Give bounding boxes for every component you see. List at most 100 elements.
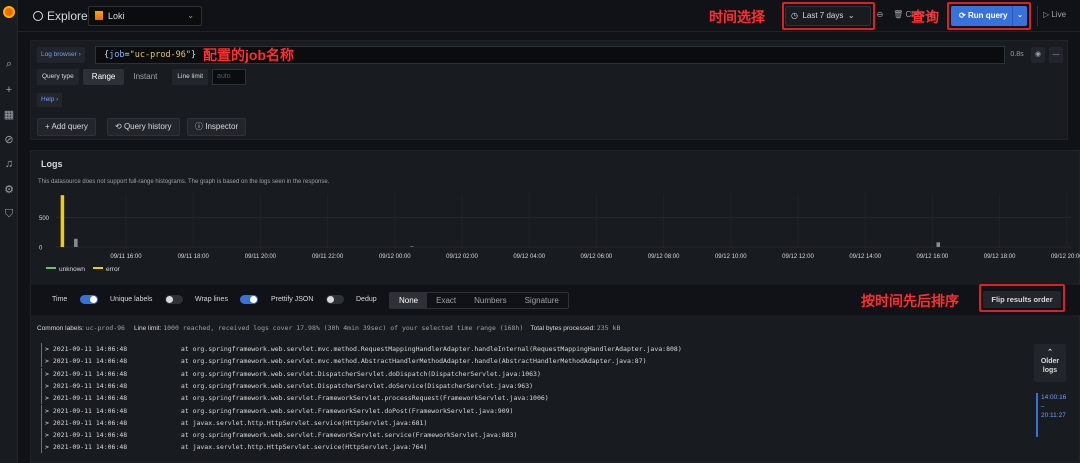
expand-chevron-icon[interactable]: >: [45, 394, 53, 402]
annotation-time-select: 时间选择: [709, 9, 765, 25]
datasource-picker[interactable]: Loki ⌄: [88, 6, 202, 26]
log-row[interactable]: > 2021-09-11 14:06:48 at org.springframew…: [41, 367, 541, 380]
clock-icon: ◷: [791, 11, 798, 20]
page-title: Explore: [33, 9, 88, 23]
run-query-button[interactable]: ⟳ Run query ⌄: [951, 6, 1027, 26]
trash-icon: 🗑: [893, 10, 904, 19]
line-limit-label: Line limit: [172, 69, 209, 85]
line-limit-input[interactable]: auto: [212, 69, 247, 85]
log-timestamp: 2021-09-11 14:06:48: [52, 357, 128, 366]
x-tick-label: 09/12 20:00: [1051, 254, 1080, 260]
log-row[interactable]: > 2021-09-11 14:06:48 at org.springframew…: [41, 379, 533, 392]
annotation-sort-order: 按时间先后排序: [861, 293, 959, 309]
chevron-down-icon: ⌄: [187, 11, 194, 20]
log-row[interactable]: > 2021-09-11 14:06:48 at org.springframew…: [41, 343, 682, 355]
configuration-gear-icon[interactable]: ⚙: [0, 183, 18, 196]
dedup-exact[interactable]: Exact: [427, 293, 465, 308]
logs-meta: Common labels: uc-prod-96 Line limit: 10…: [37, 324, 621, 332]
dedup-none[interactable]: None: [390, 293, 428, 308]
histogram-bar: [936, 242, 940, 247]
side-menu: ⌕ + ▦ ⊘ ♫ ⚙ ⛉: [0, 0, 18, 463]
expand-chevron-icon[interactable]: >: [45, 443, 53, 451]
prettify-json-option-label: Prettify JSON: [271, 296, 314, 303]
query-type-range[interactable]: Range: [82, 69, 125, 85]
dedup-label: Dedup: [356, 296, 377, 303]
log-row[interactable]: > 2021-09-11 14:06:48 at org.springframew…: [41, 404, 514, 417]
x-tick-label: 09/12 10:00: [715, 254, 747, 260]
prettify-json-toggle[interactable]: [326, 295, 344, 304]
expand-chevron-icon[interactable]: >: [45, 407, 53, 415]
histogram-bar: [410, 246, 414, 247]
legend-swatch: [46, 267, 56, 269]
time-toggle[interactable]: [80, 295, 98, 304]
server-admin-shield-icon[interactable]: ⛉: [0, 208, 18, 221]
expand-chevron-icon[interactable]: >: [45, 345, 53, 353]
x-tick-label: 09/11 22:00: [312, 254, 344, 260]
expand-chevron-icon[interactable]: >: [45, 382, 53, 390]
expand-chevron-icon[interactable]: >: [45, 431, 53, 439]
log-message: at org.springframework.web.servlet.Frame…: [180, 431, 518, 440]
log-message: at org.springframework.web.servlet.Frame…: [180, 406, 514, 415]
log-timestamp: 2021-09-11 14:06:48: [52, 431, 128, 440]
explore-icon[interactable]: ⊘: [0, 133, 18, 146]
time-range-picker[interactable]: ◷ Last 7 days ⌄: [785, 6, 871, 26]
log-message: at javax.servlet.http.HttpServlet.servic…: [180, 418, 428, 427]
refresh-icon: ⟳: [959, 11, 966, 20]
wrap-lines-toggle[interactable]: [240, 295, 258, 304]
log-timestamp: 2021-09-11 14:06:48: [52, 345, 128, 353]
unique-labels-toggle[interactable]: [165, 295, 183, 304]
x-tick-label: 09/12 16:00: [917, 254, 949, 260]
expand-chevron-icon[interactable]: >: [45, 370, 53, 378]
chevron-up-icon: ⌃: [1047, 349, 1053, 356]
chevron-down-icon: ⌄: [847, 11, 855, 20]
inspector-button[interactable]: ⓘ Inspector: [187, 118, 247, 136]
expand-chevron-icon[interactable]: >: [45, 357, 53, 365]
flip-results-order-button[interactable]: Flip results order: [983, 291, 1061, 308]
query-type-instant[interactable]: Instant: [124, 69, 166, 85]
explore-toolbar: Explore Loki ⌄ 时间选择 ◷ Last 7 days ⌄ ⊖ 🗑 …: [18, 0, 1080, 32]
logs-volume-histogram: 0 500 09/11 16:00 09/11 18:00 09/11 20:00 09/…: [39, 194, 1080, 260]
wrap-lines-option-label: Wrap lines: [195, 296, 228, 303]
grafana-logo-icon[interactable]: [3, 6, 15, 18]
legend-item-unknown[interactable]: unknown: [46, 266, 85, 273]
time-option-label: Time: [52, 296, 68, 303]
x-tick-label: 09/12 02:00: [446, 254, 478, 260]
info-circle-icon: ⓘ: [195, 122, 203, 131]
logs-panel-title: Logs: [41, 159, 63, 169]
older-logs-button[interactable]: ⌃ Older logs: [1034, 344, 1066, 382]
dedup-numbers[interactable]: Numbers: [465, 293, 515, 308]
history-icon: ⟲: [115, 122, 122, 131]
search-icon[interactable]: ⌕: [0, 58, 18, 71]
live-button[interactable]: ▷ Live: [1037, 6, 1071, 26]
dedup-signature[interactable]: Signature: [516, 293, 568, 308]
log-row[interactable]: > 2021-09-11 14:06:48 at org.springframew…: [41, 392, 549, 405]
remove-query-icon[interactable]: —: [1049, 47, 1063, 63]
logs-navigation-range[interactable]: 14:00:16 – 20:11:27: [1036, 393, 1066, 437]
toggle-visibility-eye-icon[interactable]: ◉: [1031, 47, 1045, 63]
annotation-query: 查询: [911, 9, 939, 25]
log-row[interactable]: > 2021-09-11 14:06:48 at org.springframew…: [41, 429, 518, 442]
log-browser-button[interactable]: Log browser ›: [37, 47, 85, 63]
help-toggle[interactable]: Help ›: [37, 93, 63, 107]
loki-logo-icon: [95, 11, 103, 20]
zoom-out-icon[interactable]: ⊖: [873, 6, 887, 26]
log-row[interactable]: > 2021-09-11 14:06:48 at javax.servlet.ht…: [41, 441, 427, 454]
log-timestamp: 2021-09-11 14:06:48: [52, 406, 128, 415]
log-row[interactable]: > 2021-09-11 14:06:48 at javax.servlet.ht…: [41, 416, 428, 429]
legend-item-error[interactable]: error: [93, 266, 120, 273]
query-duration: 0.8s: [1010, 51, 1024, 58]
query-editor-row: Log browser › {job="uc-prod-96"} 配置的job名…: [30, 40, 1068, 140]
play-icon: ▷: [1042, 10, 1050, 19]
dashboards-icon[interactable]: ▦: [0, 108, 18, 121]
run-interval-dropdown[interactable]: ⌄: [1012, 6, 1027, 26]
explore-compass-icon: [33, 11, 43, 21]
expand-chevron-icon[interactable]: >: [45, 419, 53, 427]
add-query-button[interactable]: + Add query: [37, 118, 96, 136]
x-tick-label: 09/12 06:00: [581, 254, 613, 260]
alerting-bell-icon[interactable]: ♫: [0, 158, 18, 170]
log-timestamp: 2021-09-11 14:06:48: [52, 443, 128, 452]
query-history-button[interactable]: ⟲ Query history: [107, 118, 180, 136]
create-icon[interactable]: +: [0, 84, 18, 96]
log-row[interactable]: > 2021-09-11 14:06:48 at org.springframew…: [41, 355, 647, 368]
histogram-bar: [74, 238, 78, 247]
